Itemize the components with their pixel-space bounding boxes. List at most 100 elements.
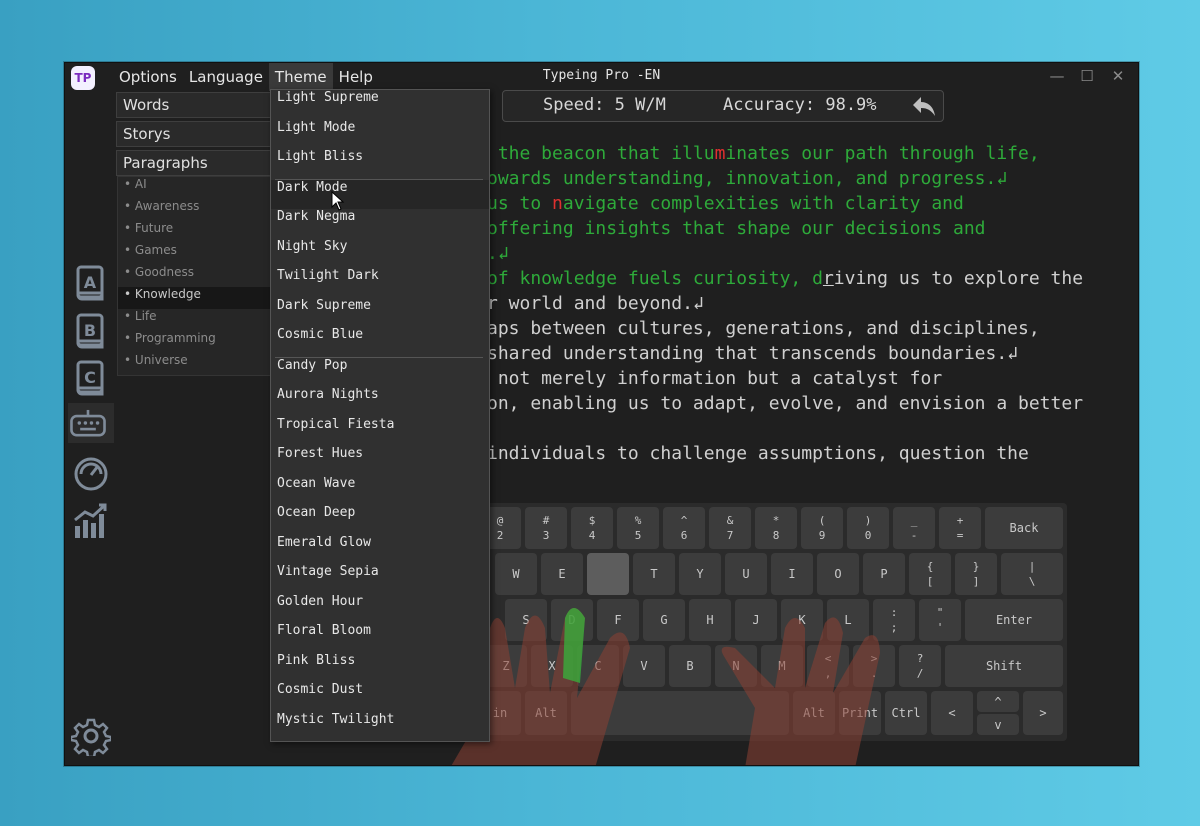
topic-games[interactable]: • Games: [118, 243, 273, 265]
theme-tropical-fiesta[interactable]: Tropical Fiesta: [271, 417, 489, 447]
key-m[interactable]: M: [761, 645, 803, 687]
key-arrow-right[interactable]: >: [1023, 691, 1063, 735]
key-comma[interactable]: <,: [807, 645, 849, 687]
key-9[interactable]: (9: [801, 507, 843, 549]
key-period[interactable]: >.: [853, 645, 895, 687]
theme-cosmic-blue[interactable]: Cosmic Blue: [271, 327, 489, 357]
theme-light-bliss[interactable]: Light Bliss: [271, 149, 489, 179]
key-slash[interactable]: ? /: [899, 645, 941, 687]
letter-c-book-icon[interactable]: C: [71, 358, 111, 398]
maximize-button[interactable]: ☐: [1077, 67, 1097, 85]
key-semicolon[interactable]: :;: [873, 599, 915, 641]
topic-programming[interactable]: • Programming: [118, 331, 273, 353]
minimize-button[interactable]: —: [1047, 67, 1067, 85]
topic-universe[interactable]: • Universe: [118, 353, 273, 375]
key-bracket-left[interactable]: {[: [909, 553, 951, 595]
theme-dark-supreme[interactable]: Dark Supreme: [271, 298, 489, 328]
key-k[interactable]: K: [781, 599, 823, 641]
key-l[interactable]: L: [827, 599, 869, 641]
key-back[interactable]: Back: [985, 507, 1063, 549]
key-n[interactable]: N: [715, 645, 757, 687]
theme-cosmic-dust[interactable]: Cosmic Dust: [271, 682, 489, 712]
key-c[interactable]: C: [577, 645, 619, 687]
theme-forest-hues[interactable]: Forest Hues: [271, 446, 489, 476]
theme-dark-negma[interactable]: Dark Negma: [271, 209, 489, 239]
key-8[interactable]: * 8: [755, 507, 797, 549]
theme-ocean-deep[interactable]: Ocean Deep: [271, 505, 489, 535]
stats-chart-icon[interactable]: [71, 500, 111, 540]
topic-future[interactable]: • Future: [118, 221, 273, 243]
key-alt-right[interactable]: Alt: [793, 691, 835, 735]
undo-arrow-icon[interactable]: [911, 94, 937, 122]
key-f[interactable]: F: [597, 599, 639, 641]
key-b[interactable]: B: [669, 645, 711, 687]
key-arrow-up[interactable]: ^: [977, 691, 1019, 712]
theme-floral-bloom[interactable]: Floral Bloom: [271, 623, 489, 653]
key-g[interactable]: G: [643, 599, 685, 641]
topic-life[interactable]: • Life: [118, 309, 273, 331]
keyboard-robot-icon[interactable]: [68, 403, 114, 443]
key-space[interactable]: [571, 691, 789, 735]
key-4[interactable]: $4: [571, 507, 613, 549]
key-print[interactable]: Print: [839, 691, 881, 735]
key-arrow-down[interactable]: v: [977, 714, 1019, 735]
key-s[interactable]: S: [505, 599, 547, 641]
key-ctrl[interactable]: Ctrl: [885, 691, 927, 735]
key-d[interactable]: D: [551, 599, 593, 641]
key-3[interactable]: #3: [525, 507, 567, 549]
key-i[interactable]: I: [771, 553, 813, 595]
topic-awareness[interactable]: • Awareness: [118, 199, 273, 221]
theme-emerald-glow[interactable]: Emerald Glow: [271, 535, 489, 565]
key-e[interactable]: E: [541, 553, 583, 595]
menu-language[interactable]: Language: [183, 63, 269, 91]
letter-b-book-icon[interactable]: B: [71, 311, 111, 351]
close-button[interactable]: ✕: [1108, 67, 1128, 85]
theme-light-supreme[interactable]: Light Supreme: [271, 90, 489, 120]
key-backslash[interactable]: | \: [1001, 553, 1063, 595]
menu-options[interactable]: Options: [113, 63, 183, 91]
key-shift[interactable]: Shift: [945, 645, 1063, 687]
letter-a-book-icon[interactable]: A: [71, 263, 111, 303]
theme-golden-hour[interactable]: Golden Hour: [271, 594, 489, 624]
key-enter[interactable]: Enter: [965, 599, 1063, 641]
key-quote[interactable]: " ': [919, 599, 961, 641]
theme-ocean-wave[interactable]: Ocean Wave: [271, 476, 489, 506]
key-x[interactable]: X: [531, 645, 573, 687]
theme-aurora-nights[interactable]: Aurora Nights: [271, 387, 489, 417]
key-j[interactable]: J: [735, 599, 777, 641]
menu-theme[interactable]: Theme: [268, 63, 333, 91]
key-6[interactable]: ^ 6: [663, 507, 705, 549]
key-z[interactable]: Z: [485, 645, 527, 687]
theme-dark-mode[interactable]: Dark Mode: [271, 179, 489, 209]
theme-twilight-dark[interactable]: Twilight Dark: [271, 268, 489, 298]
key-o[interactable]: O: [817, 553, 859, 595]
category-storys[interactable]: Storys: [116, 121, 279, 147]
category-paragraphs[interactable]: Paragraphs: [116, 150, 279, 176]
key-p[interactable]: P: [863, 553, 905, 595]
key-r-pressed[interactable]: [587, 553, 629, 595]
theme-pink-bliss[interactable]: Pink Bliss: [271, 653, 489, 683]
menu-help[interactable]: Help: [333, 63, 379, 91]
key-equals[interactable]: + =: [939, 507, 981, 549]
key-7[interactable]: & 7: [709, 507, 751, 549]
key-5[interactable]: % 5: [617, 507, 659, 549]
key-w[interactable]: W: [495, 553, 537, 595]
key-t[interactable]: T: [633, 553, 675, 595]
topic-knowledge[interactable]: • Knowledge: [118, 287, 273, 309]
theme-mystic-twilight[interactable]: Mystic Twilight: [271, 712, 489, 742]
key-0[interactable]: ) 0: [847, 507, 889, 549]
speedometer-icon[interactable]: [71, 453, 111, 493]
key-minus[interactable]: _ -: [893, 507, 935, 549]
key-bracket-right[interactable]: }]: [955, 553, 997, 595]
topic-goodness[interactable]: • Goodness: [118, 265, 273, 287]
key-h[interactable]: H: [689, 599, 731, 641]
theme-candy-pop[interactable]: Candy Pop: [271, 358, 489, 388]
key-v[interactable]: V: [623, 645, 665, 687]
key-y[interactable]: Y: [679, 553, 721, 595]
key-arrow-left[interactable]: <: [931, 691, 973, 735]
theme-light-mode[interactable]: Light Mode: [271, 120, 489, 150]
theme-night-sky[interactable]: Night Sky: [271, 239, 489, 269]
category-words[interactable]: Words: [116, 92, 279, 118]
settings-gear-icon[interactable]: [69, 716, 113, 759]
theme-vintage-sepia[interactable]: Vintage Sepia: [271, 564, 489, 594]
